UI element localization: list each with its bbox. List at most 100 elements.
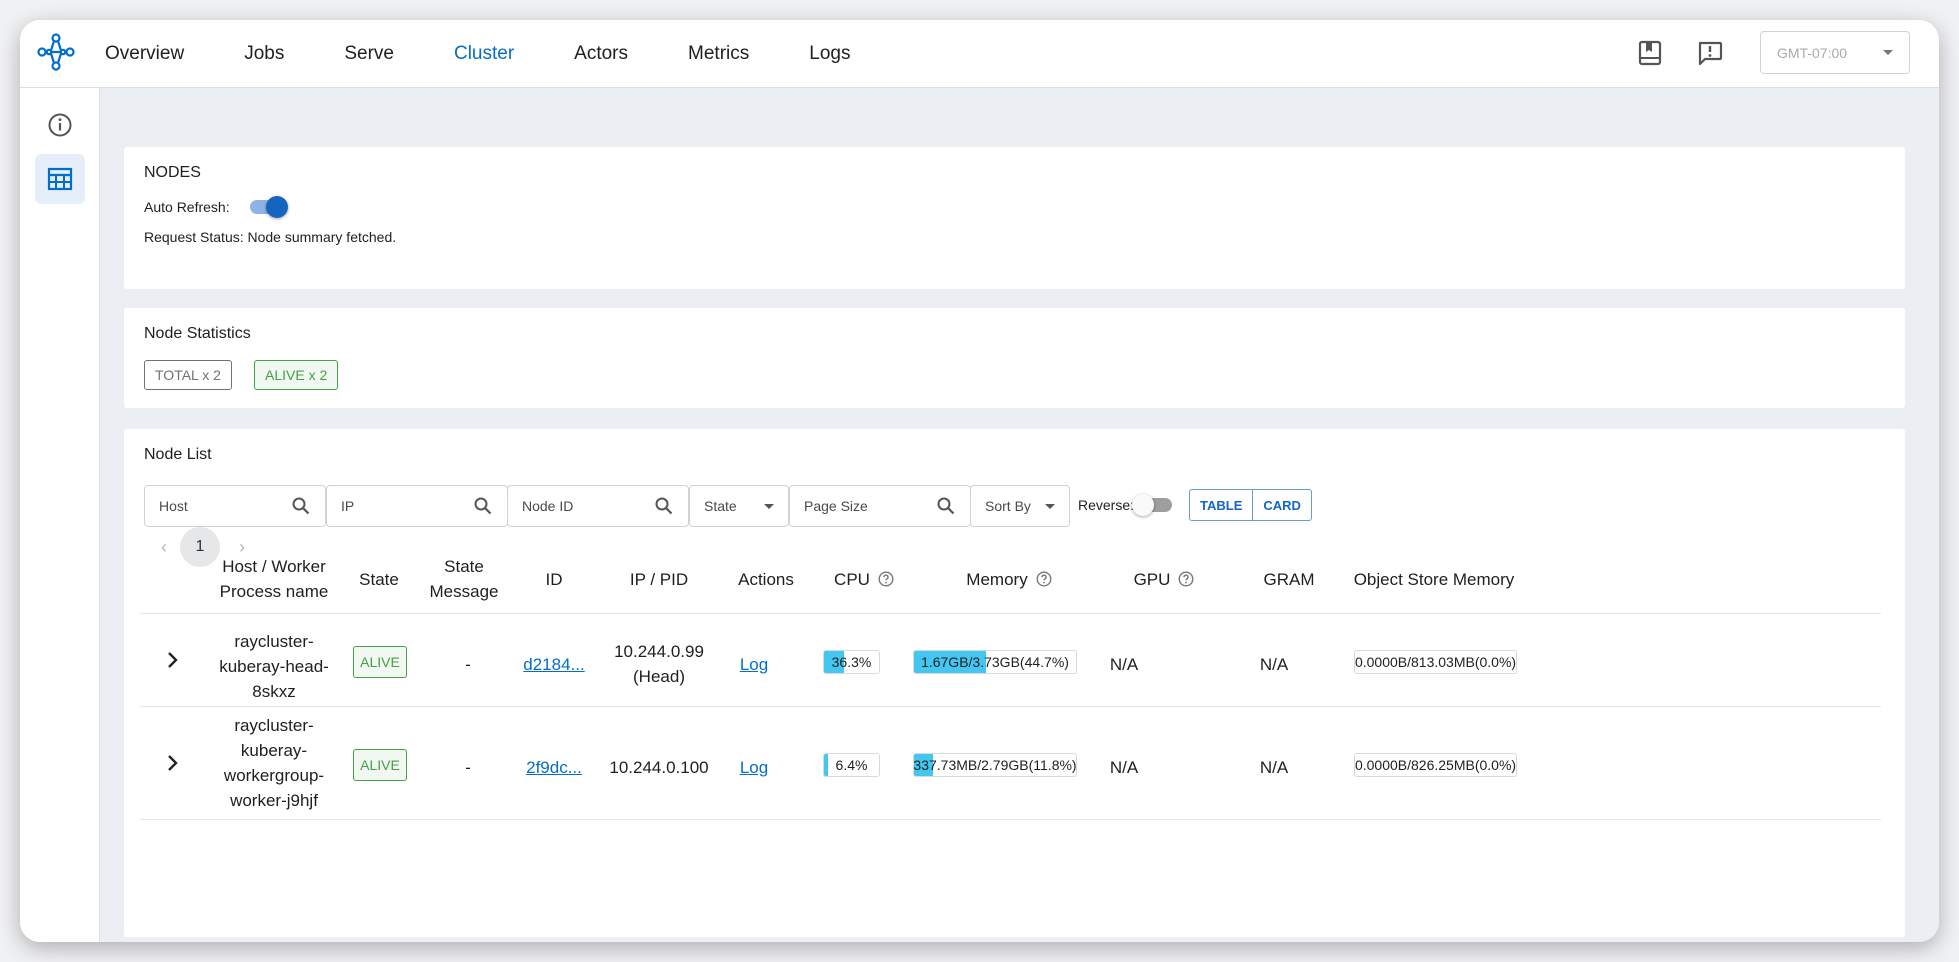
chevron-right-icon[interactable] [166, 651, 180, 669]
help-circle-icon[interactable] [1036, 571, 1052, 587]
header-divider [140, 613, 1881, 614]
col-state: State [359, 569, 399, 589]
object-store-bar-label: 0.0000B/813.03MB(0.0%) [1354, 654, 1517, 670]
sort-by-placeholder: Sort By [985, 498, 1031, 514]
state-message: - [465, 757, 471, 777]
cpu-bar: 36.3% [823, 650, 880, 674]
chevron-down-icon [764, 504, 774, 509]
col-object-store-memory: Object Store Memory [1353, 569, 1515, 589]
chevron-down-icon [1045, 504, 1055, 509]
auto-refresh-toggle[interactable] [248, 195, 290, 219]
col-cpu-label: CPU [834, 569, 870, 589]
object-store-bar: 0.0000B/826.25MB(0.0%) [1354, 753, 1517, 777]
gpu-value: N/A [1109, 654, 1139, 674]
timezone-value: GMT-07:00 [1777, 44, 1848, 61]
help-circle-icon[interactable] [878, 571, 894, 587]
status-badge: ALIVE [353, 749, 407, 781]
ip-pid: 10.244.0.99 (Head) [614, 642, 704, 686]
host-filter-input[interactable]: Host [144, 485, 326, 527]
card-view-button[interactable]: CARD [1252, 490, 1311, 520]
auto-refresh-label: Auto Refresh: [144, 199, 230, 215]
object-store-bar-label: 0.0000B/826.25MB(0.0%) [1354, 757, 1517, 773]
memory-bar: 337.73MB/2.79GB(11.8%) [913, 753, 1077, 777]
page-size-input[interactable]: Page Size [789, 485, 971, 527]
sidebar-item-table[interactable] [35, 154, 85, 204]
state-message: - [465, 654, 471, 674]
search-icon [655, 497, 673, 515]
gpu-value: N/A [1109, 757, 1139, 777]
nav-overview[interactable]: Overview [105, 43, 184, 65]
search-icon [292, 497, 310, 515]
log-link[interactable]: Log [729, 754, 779, 780]
feedback-icon[interactable] [1694, 37, 1726, 69]
col-cpu: CPU [814, 554, 914, 604]
sort-by-select[interactable]: Sort By [970, 485, 1070, 527]
status-badge: ALIVE [353, 646, 407, 678]
col-actions: Actions [738, 569, 794, 589]
timezone-select[interactable]: GMT-07:00 [1760, 31, 1910, 74]
ip-filter-placeholder: IP [341, 498, 355, 514]
object-store-bar: 0.0000B/813.03MB(0.0%) [1354, 650, 1517, 674]
left-sidebar [20, 88, 100, 942]
prev-page-button[interactable]: ‹ [148, 531, 180, 563]
top-navbar: Overview Jobs Serve Cluster Actors Metri… [20, 20, 1939, 88]
host-filter-placeholder: Host [159, 498, 188, 514]
sidebar-item-info[interactable] [35, 100, 85, 150]
chevron-down-icon [1883, 50, 1893, 55]
col-state-message: State Message [429, 557, 499, 601]
col-gpu: GPU [1114, 554, 1214, 604]
state-filter-select[interactable]: State [689, 485, 789, 527]
reverse-toggle[interactable] [1130, 493, 1174, 517]
memory-bar-label: 1.67GB/3.73GB(44.7%) [921, 654, 1069, 670]
view-toggle: TABLE CARD [1189, 489, 1312, 521]
info-icon [48, 113, 72, 137]
nav-metrics[interactable]: Metrics [688, 43, 749, 65]
col-gpu-label: GPU [1133, 569, 1171, 589]
search-icon [937, 497, 955, 515]
help-circle-icon[interactable] [1178, 571, 1194, 587]
table-icon [47, 167, 73, 191]
nodes-title: NODES [144, 164, 201, 181]
log-link[interactable]: Log [729, 651, 779, 677]
cpu-bar-label: 6.4% [835, 757, 868, 773]
nav-serve[interactable]: Serve [344, 43, 394, 65]
host-name: raycluster-kuberay-workergroup-worker-j9… [223, 716, 325, 810]
row-divider [140, 819, 1881, 820]
nav-jobs[interactable]: Jobs [244, 43, 284, 65]
ip-pid: 10.244.0.100 [609, 757, 709, 777]
reverse-label: Reverse: [1078, 497, 1135, 513]
docs-book-icon[interactable] [1634, 37, 1666, 69]
nav-cluster[interactable]: Cluster [454, 43, 514, 65]
total-count-chip: TOTAL x 2 [144, 360, 232, 390]
ip-filter-input[interactable]: IP [326, 485, 508, 527]
node-id-filter-placeholder: Node ID [522, 498, 574, 514]
cpu-bar-label: 36.3% [831, 654, 872, 670]
memory-bar: 1.67GB/3.73GB(44.7%) [913, 650, 1077, 674]
host-name: raycluster-kuberay-head-8skxz [219, 631, 329, 701]
node-id-filter-input[interactable]: Node ID [507, 485, 689, 527]
node-list-title: Node List [144, 446, 212, 463]
node-list-panel: Node List Host IP Node ID State Page Siz… [124, 429, 1905, 937]
nav-logs[interactable]: Logs [809, 43, 850, 65]
node-statistics-title: Node Statistics [144, 325, 251, 342]
node-id-link[interactable]: d2184... [514, 651, 594, 677]
gram-value: N/A [1259, 757, 1289, 777]
col-host: Host / Worker Process name [219, 557, 329, 601]
memory-bar-label: 337.73MB/2.79GB(11.8%) [913, 757, 1077, 773]
state-filter-placeholder: State [704, 498, 737, 514]
col-ip-pid: IP / PID [629, 569, 689, 589]
main-content: NODES Auto Refresh: Request Status: Node… [100, 88, 1939, 942]
node-statistics-panel: Node Statistics TOTAL x 2 ALIVE x 2 [124, 308, 1905, 408]
chevron-right-icon[interactable] [166, 754, 180, 772]
nav-actors[interactable]: Actors [574, 43, 628, 65]
page-size-placeholder: Page Size [804, 498, 868, 514]
col-gram: GRAM [1263, 569, 1315, 589]
ray-logo-icon[interactable] [36, 32, 76, 72]
col-id: ID [545, 569, 563, 589]
node-id-link[interactable]: 2f9dc... [514, 754, 594, 780]
col-memory: Memory [914, 554, 1104, 604]
cpu-bar: 6.4% [823, 753, 880, 777]
table-view-button[interactable]: TABLE [1190, 490, 1252, 520]
gram-value: N/A [1259, 654, 1289, 674]
request-status: Request Status: Node summary fetched. [144, 229, 397, 245]
